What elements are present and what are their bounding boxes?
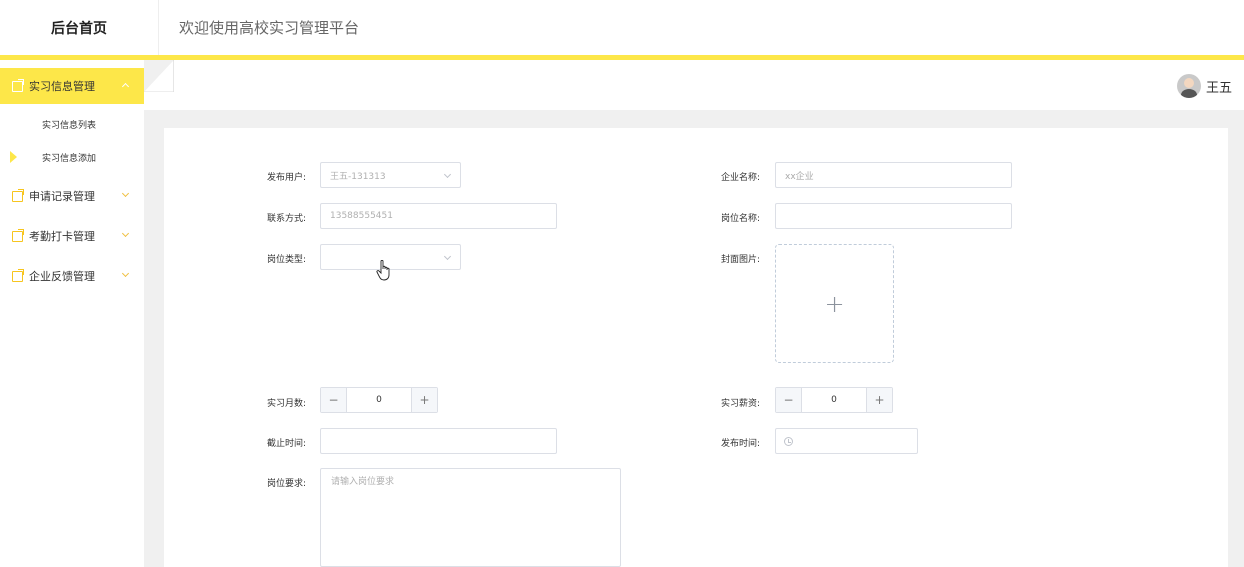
cover-upload-button[interactable]: + xyxy=(775,244,894,363)
salary-decrease-button[interactable]: − xyxy=(776,388,802,412)
avatar xyxy=(1176,74,1201,98)
publisher-label: 发布用户: xyxy=(266,173,306,183)
edit-icon xyxy=(12,269,24,282)
collapse-corner-icon[interactable] xyxy=(144,60,174,92)
publisher-select[interactable]: 王五-131313 xyxy=(320,162,461,188)
edit-icon xyxy=(12,229,24,242)
contact-label: 联系方式: xyxy=(266,214,306,224)
position-name-label: 岗位名称: xyxy=(720,214,760,224)
sidebar-group-attendance[interactable]: 考勤打卡管理 xyxy=(0,218,144,254)
requirements-textarea[interactable]: 请输入岗位要求 xyxy=(320,468,621,567)
deadline-label: 截止时间: xyxy=(266,439,306,449)
edit-icon xyxy=(12,79,24,92)
page-welcome-title: 欢迎使用高校实习管理平台 xyxy=(158,0,1244,55)
chevron-down-icon xyxy=(443,170,452,179)
sidebar-item-internship-list[interactable]: 实习信息列表 xyxy=(0,108,144,141)
company-input[interactable]: xx企业 xyxy=(775,162,1012,188)
position-type-label: 岗位类型: xyxy=(266,255,306,265)
salary-label: 实习薪资: xyxy=(720,399,760,409)
sidebar-item-label: 实习信息添加 xyxy=(42,154,97,164)
position-name-input[interactable] xyxy=(775,203,1012,229)
salary-value[interactable]: 0 xyxy=(802,388,866,412)
chevron-down-icon xyxy=(121,229,130,238)
salary-increase-button[interactable]: + xyxy=(866,388,892,412)
clock-icon xyxy=(784,437,793,446)
chevron-down-icon xyxy=(121,269,130,278)
company-label: 企业名称: xyxy=(720,173,760,183)
sidebar-group-internship-info[interactable]: 实习信息管理 xyxy=(0,68,144,104)
months-label: 实习月数: xyxy=(266,399,306,409)
company-placeholder: xx企业 xyxy=(785,171,814,182)
sidebar-group-label: 企业反馈管理 xyxy=(29,270,95,283)
sidebar: 实习信息管理 实习信息列表 实习信息添加 申请记录管理 考勤打卡管理 企业反馈管… xyxy=(0,60,144,567)
chevron-down-icon xyxy=(443,252,452,261)
months-decrease-button[interactable]: − xyxy=(321,388,347,412)
publish-time-label: 发布时间: xyxy=(720,439,760,449)
user-name: 王五 xyxy=(1205,80,1232,96)
months-stepper[interactable]: − 0 + xyxy=(320,387,438,413)
salary-stepper[interactable]: − 0 + xyxy=(775,387,893,413)
brand-home-link[interactable]: 后台首页 xyxy=(0,0,158,55)
months-value[interactable]: 0 xyxy=(347,388,411,412)
sidebar-item-label: 实习信息列表 xyxy=(42,121,97,131)
plus-icon: + xyxy=(824,289,845,318)
cover-label: 封面图片: xyxy=(720,255,760,265)
sidebar-group-label: 实习信息管理 xyxy=(29,80,95,93)
sidebar-group-application-records[interactable]: 申请记录管理 xyxy=(0,178,144,214)
chevron-down-icon xyxy=(121,189,130,198)
sidebar-group-label: 申请记录管理 xyxy=(29,190,95,203)
deadline-input[interactable] xyxy=(320,428,557,454)
requirements-label: 岗位要求: xyxy=(266,479,306,489)
contact-value: 13588555451 xyxy=(330,211,393,221)
sidebar-group-label: 考勤打卡管理 xyxy=(29,230,95,243)
hand-pointer-icon xyxy=(376,260,390,281)
tab-bar xyxy=(144,60,1244,110)
edit-icon xyxy=(12,189,24,202)
user-menu[interactable]: 王五 xyxy=(1176,72,1232,100)
current-marker-icon xyxy=(10,151,17,163)
requirements-placeholder: 请输入岗位要求 xyxy=(331,477,395,487)
publisher-value: 王五-131313 xyxy=(330,171,386,182)
sidebar-group-company-feedback[interactable]: 企业反馈管理 xyxy=(0,258,144,294)
chevron-up-icon xyxy=(121,82,130,91)
months-increase-button[interactable]: + xyxy=(411,388,437,412)
sidebar-item-internship-add[interactable]: 实习信息添加 xyxy=(0,141,144,174)
publish-time-input[interactable] xyxy=(775,428,918,454)
contact-input[interactable]: 13588555451 xyxy=(320,203,557,229)
